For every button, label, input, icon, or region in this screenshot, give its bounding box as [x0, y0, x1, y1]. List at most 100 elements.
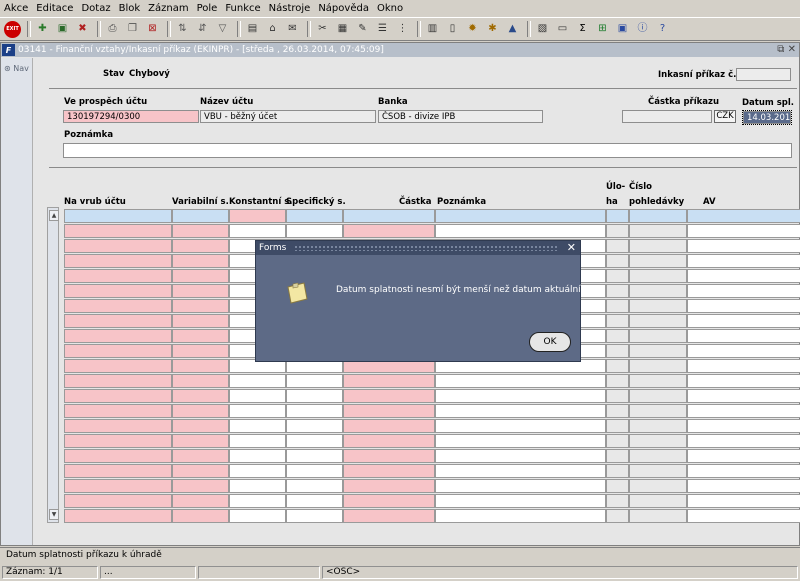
na-vrub-cell[interactable]	[64, 374, 172, 388]
uloha-cell[interactable]	[606, 344, 629, 358]
poznamka-cell[interactable]	[435, 209, 606, 223]
scroll-up-icon[interactable]: ▲	[49, 210, 59, 221]
konstantni-cell[interactable]	[229, 494, 286, 508]
variabilni-cell[interactable]	[172, 419, 229, 433]
specificky-cell[interactable]	[286, 389, 343, 403]
specificky-cell[interactable]	[286, 374, 343, 388]
konstantni-cell[interactable]	[229, 224, 286, 238]
av-cell[interactable]	[687, 329, 800, 343]
uloha-cell[interactable]	[606, 314, 629, 328]
poznamka-cell[interactable]	[435, 419, 606, 433]
cislo-pohledavky-cell[interactable]	[629, 314, 687, 328]
na-vrub-cell[interactable]	[64, 494, 172, 508]
filter-icon[interactable]: ▽	[214, 21, 231, 38]
na-vrub-cell[interactable]	[64, 254, 172, 268]
tools-icon[interactable]: ✱	[484, 21, 501, 38]
cislo-pohledavky-cell[interactable]	[629, 209, 687, 223]
scan-icon[interactable]: ⌂	[264, 21, 281, 38]
cislo-pohledavky-cell[interactable]	[629, 344, 687, 358]
cislo-pohledavky-cell[interactable]	[629, 239, 687, 253]
new-record-icon[interactable]: ✚	[34, 21, 51, 38]
castka-prikazu-field[interactable]	[622, 110, 712, 123]
cislo-pohledavky-cell[interactable]	[629, 284, 687, 298]
variabilni-cell[interactable]	[172, 344, 229, 358]
specificky-cell[interactable]	[286, 464, 343, 478]
uloha-cell[interactable]	[606, 389, 629, 403]
variabilni-cell[interactable]	[172, 389, 229, 403]
konstantni-cell[interactable]	[229, 389, 286, 403]
specificky-cell[interactable]	[286, 434, 343, 448]
variabilni-cell[interactable]	[172, 224, 229, 238]
castka-cell[interactable]	[343, 404, 435, 418]
konstantni-cell[interactable]	[229, 464, 286, 478]
settings-icon[interactable]: ✹	[464, 21, 481, 38]
cislo-pohledavky-cell[interactable]	[629, 419, 687, 433]
na-vrub-cell[interactable]	[64, 359, 172, 373]
na-vrub-cell[interactable]	[64, 314, 172, 328]
word-icon[interactable]: ▣	[614, 21, 631, 38]
variabilni-cell[interactable]	[172, 314, 229, 328]
scroll-down-icon[interactable]: ▼	[49, 509, 59, 520]
info-icon[interactable]: ⓘ	[634, 21, 651, 38]
castka-cell[interactable]	[343, 509, 435, 523]
poznamka-cell[interactable]	[435, 479, 606, 493]
specificky-cell[interactable]	[286, 224, 343, 238]
poznamka-cell[interactable]	[435, 224, 606, 238]
menu-funkce[interactable]: Funkce	[221, 3, 264, 14]
variabilni-cell[interactable]	[172, 329, 229, 343]
variabilni-cell[interactable]	[172, 359, 229, 373]
cislo-pohledavky-cell[interactable]	[629, 449, 687, 463]
specificky-cell[interactable]	[286, 479, 343, 493]
printer-icon[interactable]: ▤	[244, 21, 261, 38]
chart-icon[interactable]: ▲	[504, 21, 521, 38]
castka-cell[interactable]	[343, 224, 435, 238]
uloha-cell[interactable]	[606, 419, 629, 433]
sort-desc-icon[interactable]: ⇵	[194, 21, 211, 38]
castka-cell[interactable]	[343, 494, 435, 508]
variabilni-cell[interactable]	[172, 449, 229, 463]
konstantni-cell[interactable]	[229, 404, 286, 418]
nazev-uctu-field[interactable]: VBU - běžný účet	[200, 110, 376, 123]
specificky-cell[interactable]	[286, 419, 343, 433]
cislo-pohledavky-cell[interactable]	[629, 404, 687, 418]
exit-button[interactable]: EXIT	[4, 20, 21, 38]
poznamka-cell[interactable]	[435, 374, 606, 388]
poznamka-cell[interactable]	[435, 434, 606, 448]
na-vrub-cell[interactable]	[64, 464, 172, 478]
variabilni-cell[interactable]	[172, 509, 229, 523]
cislo-pohledavky-cell[interactable]	[629, 479, 687, 493]
uloha-cell[interactable]	[606, 224, 629, 238]
konstantni-cell[interactable]	[229, 434, 286, 448]
paste-icon[interactable]: ▦	[334, 21, 351, 38]
cislo-pohledavky-cell[interactable]	[629, 359, 687, 373]
save-icon[interactable]: ▣	[54, 21, 71, 38]
ve-prospech-field[interactable]: 130197294/0300	[63, 110, 199, 123]
list-icon[interactable]: ☰	[374, 21, 391, 38]
uloha-cell[interactable]	[606, 239, 629, 253]
ok-button[interactable]: OK	[529, 332, 571, 352]
av-cell[interactable]	[687, 374, 800, 388]
variabilni-cell[interactable]	[172, 464, 229, 478]
menu-zaznam[interactable]: Záznam	[144, 3, 192, 14]
castka-cell[interactable]	[343, 479, 435, 493]
na-vrub-cell[interactable]	[64, 434, 172, 448]
menu-nastroje[interactable]: Nástroje	[265, 3, 315, 14]
na-vrub-cell[interactable]	[64, 299, 172, 313]
variabilni-cell[interactable]	[172, 479, 229, 493]
mena-button[interactable]: CZK	[714, 110, 736, 123]
na-vrub-cell[interactable]	[64, 389, 172, 403]
delete-record-icon[interactable]: ✖	[74, 21, 91, 38]
konstantni-cell[interactable]	[229, 209, 286, 223]
uloha-cell[interactable]	[606, 284, 629, 298]
av-cell[interactable]	[687, 404, 800, 418]
cislo-pohledavky-cell[interactable]	[629, 329, 687, 343]
av-cell[interactable]	[687, 209, 800, 223]
na-vrub-cell[interactable]	[64, 344, 172, 358]
variabilni-cell[interactable]	[172, 404, 229, 418]
dialog-close-icon[interactable]: ✕	[567, 241, 576, 255]
uloha-cell[interactable]	[606, 494, 629, 508]
inkasni-prikaz-field[interactable]	[736, 68, 791, 81]
uloha-cell[interactable]	[606, 254, 629, 268]
uloha-cell[interactable]	[606, 359, 629, 373]
na-vrub-cell[interactable]	[64, 284, 172, 298]
